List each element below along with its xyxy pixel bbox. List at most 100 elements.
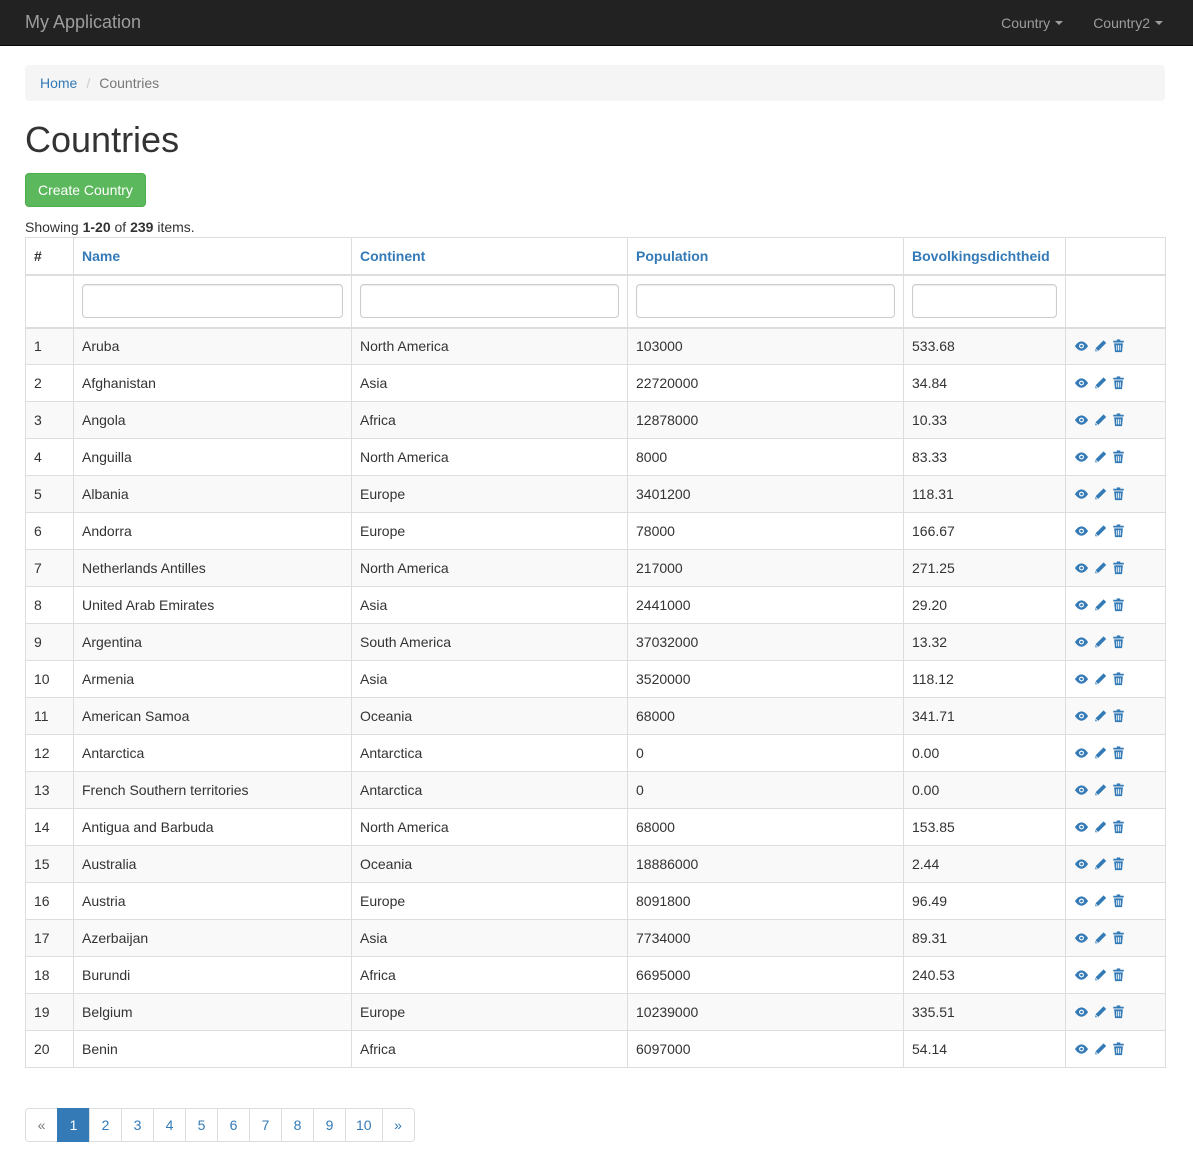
cell-population: 68000	[627, 808, 904, 846]
eye-icon[interactable]	[1074, 413, 1089, 427]
pencil-icon[interactable]	[1093, 339, 1108, 353]
sort-population-link[interactable]: Population	[636, 248, 708, 264]
pagination-page-5[interactable]: 5	[185, 1108, 218, 1142]
pagination-page-10[interactable]: 10	[345, 1108, 383, 1142]
eye-icon[interactable]	[1074, 635, 1089, 649]
trash-icon[interactable]	[1112, 413, 1125, 427]
pencil-icon[interactable]	[1093, 783, 1108, 797]
eye-icon[interactable]	[1074, 561, 1089, 575]
trash-icon[interactable]	[1112, 931, 1125, 945]
trash-icon[interactable]	[1112, 561, 1125, 575]
pencil-icon[interactable]	[1093, 857, 1108, 871]
pagination-page-7[interactable]: 7	[249, 1108, 282, 1142]
filter-continent-input[interactable]	[360, 284, 619, 318]
sort-name-link[interactable]: Name	[82, 248, 120, 264]
trash-icon[interactable]	[1112, 635, 1125, 649]
pencil-icon[interactable]	[1093, 931, 1108, 945]
trash-icon[interactable]	[1112, 820, 1125, 834]
brand-link[interactable]: My Application	[25, 12, 141, 33]
trash-icon[interactable]	[1112, 1042, 1125, 1056]
pencil-icon[interactable]	[1093, 635, 1108, 649]
trash-icon[interactable]	[1112, 524, 1125, 538]
breadcrumb-current: Countries	[99, 75, 160, 91]
pagination-next-button[interactable]: »	[381, 1108, 415, 1142]
create-country-button[interactable]: Create Country	[25, 173, 146, 207]
pencil-icon[interactable]	[1093, 524, 1108, 538]
eye-icon[interactable]	[1074, 820, 1089, 834]
trash-icon[interactable]	[1112, 783, 1125, 797]
eye-icon[interactable]	[1074, 857, 1089, 871]
filter-name-input[interactable]	[82, 284, 343, 318]
eye-icon[interactable]	[1074, 931, 1089, 945]
trash-icon[interactable]	[1112, 339, 1125, 353]
nav-dropdown-country[interactable]: Country	[986, 0, 1078, 45]
cell-continent: Asia	[351, 919, 628, 957]
trash-icon[interactable]	[1112, 598, 1125, 612]
cell-density: 240.53	[903, 956, 1066, 994]
eye-icon[interactable]	[1074, 1005, 1089, 1019]
pencil-icon[interactable]	[1093, 598, 1108, 612]
pencil-icon[interactable]	[1093, 1005, 1108, 1019]
eye-icon[interactable]	[1074, 672, 1089, 686]
pencil-icon[interactable]	[1093, 450, 1108, 464]
summary-total: 239	[130, 219, 154, 235]
pagination-prev-button[interactable]: «	[25, 1108, 58, 1142]
eye-icon[interactable]	[1074, 450, 1089, 464]
eye-icon[interactable]	[1074, 487, 1089, 501]
pencil-icon[interactable]	[1093, 1042, 1108, 1056]
cell-name: Antarctica	[73, 734, 352, 772]
trash-icon[interactable]	[1112, 1005, 1125, 1019]
trash-icon[interactable]	[1112, 894, 1125, 908]
sort-density-link[interactable]: Bovolkingsdichtheid	[912, 248, 1050, 264]
pencil-icon[interactable]	[1093, 709, 1108, 723]
cell-actions	[1065, 956, 1166, 994]
pencil-icon[interactable]	[1093, 376, 1108, 390]
eye-icon[interactable]	[1074, 524, 1089, 538]
cell-name: Anguilla	[73, 438, 352, 476]
pencil-icon[interactable]	[1093, 413, 1108, 427]
trash-icon[interactable]	[1112, 450, 1125, 464]
trash-icon[interactable]	[1112, 968, 1125, 982]
pencil-icon[interactable]	[1093, 968, 1108, 982]
trash-icon[interactable]	[1112, 857, 1125, 871]
eye-icon[interactable]	[1074, 894, 1089, 908]
eye-icon[interactable]	[1074, 783, 1089, 797]
pencil-icon[interactable]	[1093, 820, 1108, 834]
nav-dropdown-country2[interactable]: Country2	[1078, 0, 1178, 45]
trash-icon[interactable]	[1112, 709, 1125, 723]
pencil-icon[interactable]	[1093, 561, 1108, 575]
eye-icon[interactable]	[1074, 1042, 1089, 1056]
eye-icon[interactable]	[1074, 339, 1089, 353]
eye-icon[interactable]	[1074, 376, 1089, 390]
eye-icon[interactable]	[1074, 746, 1089, 760]
eye-icon[interactable]	[1074, 598, 1089, 612]
sort-continent-link[interactable]: Continent	[360, 248, 425, 264]
table-row: 3 Angola Africa 12878000 10.33	[25, 401, 1166, 439]
caret-down-icon	[1055, 20, 1064, 25]
trash-icon[interactable]	[1112, 376, 1125, 390]
pencil-icon[interactable]	[1093, 672, 1108, 686]
eye-icon[interactable]	[1074, 968, 1089, 982]
pagination-page-4[interactable]: 4	[153, 1108, 186, 1142]
cell-actions	[1065, 586, 1166, 624]
trash-icon[interactable]	[1112, 487, 1125, 501]
pagination-page-3[interactable]: 3	[121, 1108, 154, 1142]
pagination-page-9[interactable]: 9	[313, 1108, 346, 1142]
filter-population-input[interactable]	[636, 284, 895, 318]
cell-population: 103000	[627, 327, 904, 365]
eye-icon[interactable]	[1074, 709, 1089, 723]
trash-icon[interactable]	[1112, 746, 1125, 760]
pagination-page-8[interactable]: 8	[281, 1108, 314, 1142]
pagination-page-1[interactable]: 1	[57, 1108, 90, 1142]
trash-icon[interactable]	[1112, 672, 1125, 686]
filter-density-input[interactable]	[912, 284, 1057, 318]
cell-number: 17	[25, 919, 74, 957]
cell-number: 1	[25, 327, 74, 365]
pagination-page-2[interactable]: 2	[89, 1108, 122, 1142]
breadcrumb-home-link[interactable]: Home	[40, 75, 77, 91]
pencil-icon[interactable]	[1093, 894, 1108, 908]
pencil-icon[interactable]	[1093, 746, 1108, 760]
pagination-page-6[interactable]: 6	[217, 1108, 250, 1142]
pencil-icon[interactable]	[1093, 487, 1108, 501]
cell-number: 7	[25, 549, 74, 587]
